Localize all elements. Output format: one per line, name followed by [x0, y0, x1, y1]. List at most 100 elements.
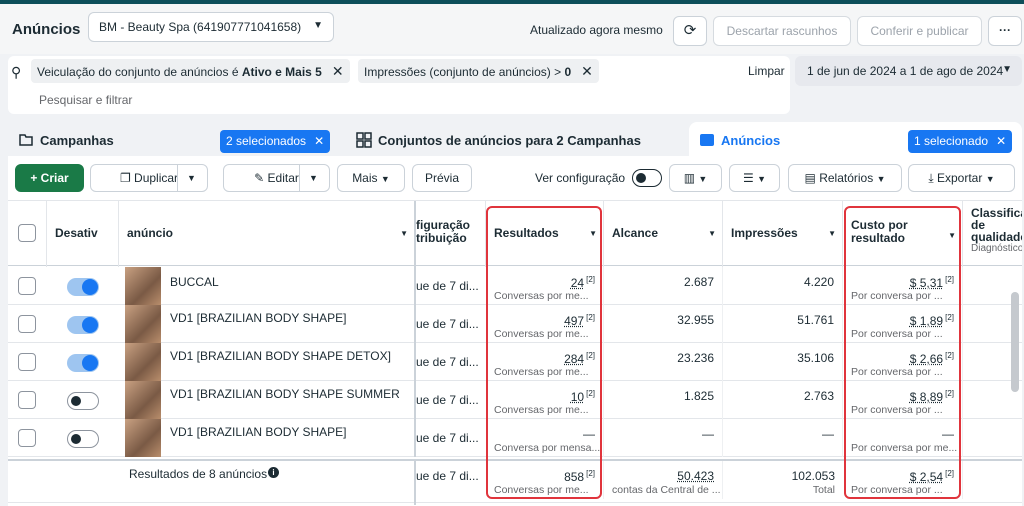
- ad-name-cell: VD1 [BRAZILIAN BODY SHAPE]: [119, 419, 416, 457]
- reports-icon: ▤: [804, 171, 820, 185]
- view-setup-toggle[interactable]: [632, 169, 662, 187]
- ad-status-toggle[interactable]: [67, 392, 99, 410]
- sort-icon[interactable]: ▼: [828, 229, 836, 238]
- edit-button[interactable]: ✎ Editar ▼: [223, 164, 330, 192]
- ad-name-cell: VD1 [BRAZILIAN BODY SHAPE DETOX]: [119, 343, 416, 381]
- ad-status-toggle[interactable]: [67, 354, 99, 372]
- row-select-cell: [8, 267, 47, 305]
- reach-value[interactable]: 50.423: [677, 469, 714, 483]
- create-button[interactable]: + Criar: [15, 164, 84, 192]
- select-all-checkbox[interactable]: [18, 224, 36, 242]
- tab-campaigns[interactable]: Campanhas 2 selecionados ✕: [8, 122, 340, 158]
- info-icon[interactable]: i: [268, 467, 279, 478]
- divider: [177, 165, 178, 191]
- export-button[interactable]: ⤓ Exportar ▼: [908, 164, 1015, 192]
- reach-value[interactable]: 23.236: [677, 351, 714, 365]
- vertical-scrollbar[interactable]: [1011, 292, 1019, 392]
- impressions-cell: 2.763: [723, 381, 843, 419]
- account-selector[interactable]: BM - Beauty Spa (641907771041658) ▼: [88, 12, 334, 42]
- column-header-attribution[interactable]: figuração tribuição: [416, 201, 486, 267]
- review-publish-button[interactable]: Conferir e publicar: [857, 16, 982, 46]
- filter-chip-impressions[interactable]: Impressões (conjunto de anúncios) > 0 ✕: [358, 59, 599, 83]
- ad-name[interactable]: VD1 [BRAZILIAN BODY SHAPE DETOX]: [170, 349, 391, 363]
- column-header-quality[interactable]: Classifica de qualidade Diagnóstico: [963, 201, 1022, 267]
- ad-thumbnail: [125, 305, 161, 343]
- reach-value[interactable]: 32.955: [677, 313, 714, 327]
- ad-thumbnail: [125, 381, 161, 419]
- ad-name[interactable]: VD1 [BRAZILIAN BODY SHAPE SUMMER: [170, 387, 400, 401]
- reach-cell: 32.955: [604, 305, 723, 343]
- row-checkbox[interactable]: [18, 353, 36, 371]
- search-icon: ⚲: [11, 64, 22, 80]
- ad-name-cell: VD1 [BRAZILIAN BODY SHAPE]: [119, 305, 416, 343]
- selection-badge[interactable]: 2 selecionados ✕: [220, 130, 331, 153]
- impressions-value[interactable]: 4.220: [804, 275, 834, 289]
- breakdown-button[interactable]: ☰ ▼: [729, 164, 780, 192]
- attribution-cell: ue de 7 di...: [416, 305, 486, 343]
- attribution-cell: ue de 7 di...: [416, 381, 486, 419]
- sort-icon[interactable]: ▼: [708, 229, 716, 238]
- clear-filters-link[interactable]: Limpar: [748, 64, 785, 78]
- discard-drafts-button[interactable]: Descartar rascunhos: [713, 16, 851, 46]
- impressions-value[interactable]: 2.763: [804, 389, 834, 403]
- row-checkbox[interactable]: [18, 429, 36, 447]
- ad-status-toggle[interactable]: [67, 278, 99, 296]
- ad-name-cell: VD1 [BRAZILIAN BODY SHAPE SUMMER: [119, 381, 416, 419]
- chevron-down-icon[interactable]: ▼: [309, 165, 318, 191]
- column-header-reach[interactable]: Alcance ▼: [604, 201, 723, 267]
- reach-cell: 2.687: [604, 267, 723, 305]
- ad-thumbnail: [125, 267, 161, 305]
- preview-button[interactable]: Prévia: [412, 164, 472, 192]
- more-options-button[interactable]: ···: [988, 16, 1022, 46]
- ad-status-toggle[interactable]: [67, 316, 99, 334]
- close-icon[interactable]: ✕: [332, 63, 344, 79]
- filter-chip-delivery[interactable]: Veiculação do conjunto de anúncios é Ati…: [31, 59, 350, 83]
- page-header: Anúncios BM - Beauty Spa (64190777104165…: [0, 4, 1024, 54]
- chevron-down-icon: ▼: [313, 20, 323, 31]
- tab-ads[interactable]: Anúncios 1 selecionado ✕: [689, 122, 1022, 158]
- impressions-value[interactable]: 51.761: [797, 313, 834, 327]
- chevron-down-icon[interactable]: ▼: [187, 165, 196, 191]
- reach-value[interactable]: 1.825: [684, 389, 714, 403]
- reach-cell: 50.423 contas da Central de ...: [604, 461, 723, 499]
- close-icon[interactable]: ✕: [996, 134, 1006, 148]
- reach-value[interactable]: —: [702, 427, 714, 441]
- row-toggle-cell: [47, 381, 119, 419]
- impressions-value[interactable]: —: [822, 427, 834, 441]
- reach-value[interactable]: 2.687: [684, 275, 714, 289]
- columns-button[interactable]: ▥ ▼: [669, 164, 722, 192]
- row-select-cell: [8, 419, 47, 457]
- row-checkbox[interactable]: [18, 391, 36, 409]
- row-checkbox[interactable]: [18, 315, 36, 333]
- close-icon[interactable]: ✕: [314, 134, 324, 148]
- reports-button[interactable]: ▤ Relatórios ▼: [788, 164, 902, 192]
- close-icon[interactable]: ✕: [581, 63, 593, 79]
- filter-chip-value: 0: [564, 65, 572, 79]
- attribution-cell: ue de 7 di...: [416, 419, 486, 457]
- column-header-impressions[interactable]: Impressões ▼: [723, 201, 843, 267]
- ad-status-toggle[interactable]: [67, 430, 99, 448]
- column-sublabel: Diagnóstico: [971, 243, 1022, 254]
- reach-cell: 23.236: [604, 343, 723, 381]
- ad-icon: [700, 134, 714, 146]
- attribution-value: ue de 7 di...: [416, 279, 479, 293]
- create-label: Criar: [40, 171, 69, 185]
- ad-name[interactable]: VD1 [BRAZILIAN BODY SHAPE]: [170, 425, 347, 439]
- impressions-value[interactable]: 35.106: [797, 351, 834, 365]
- date-range-label: 1 de jun de 2024 a 1 de ago de 2024: [807, 64, 1004, 78]
- date-range-picker[interactable]: 1 de jun de 2024 a 1 de ago de 2024 ▼: [795, 56, 1022, 86]
- column-header-ad[interactable]: anúncio ▼: [119, 201, 416, 267]
- selection-badge[interactable]: 1 selecionado ✕: [908, 130, 1013, 153]
- more-button[interactable]: Mais ▼: [337, 164, 405, 192]
- refresh-button[interactable]: ⟳: [673, 16, 707, 46]
- tab-adsets[interactable]: Conjuntos de anúncios para 2 Campanhas: [346, 122, 683, 158]
- chevron-down-icon: ▼: [985, 174, 995, 184]
- search-input[interactable]: Pesquisar e filtrar: [39, 93, 132, 107]
- row-checkbox[interactable]: [18, 277, 36, 295]
- ad-name[interactable]: BUCCAL: [170, 275, 219, 289]
- impressions-cell: 4.220: [723, 267, 843, 305]
- sort-icon[interactable]: ▼: [400, 229, 408, 238]
- ad-name[interactable]: VD1 [BRAZILIAN BODY SHAPE]: [170, 311, 347, 325]
- column-header-off[interactable]: Desativ: [47, 201, 119, 267]
- duplicate-button[interactable]: ❐ Duplicar ▼: [90, 164, 208, 192]
